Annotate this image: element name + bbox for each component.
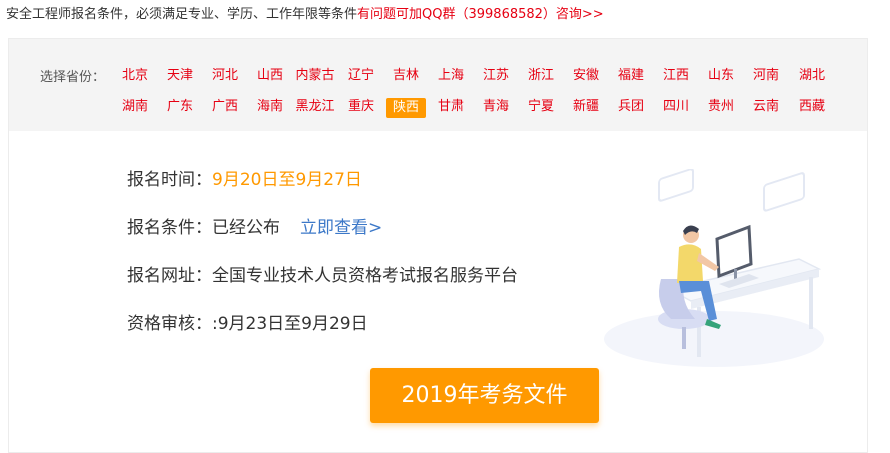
registration-site-value: 全国专业技术人员资格考试报名服务平台 [212,266,518,286]
province-label: 选择省份： [40,70,106,85]
province-row2-14[interactable]: 云南 [746,98,786,118]
registration-condition-value: 已经公布 [212,218,280,238]
qq-group-link[interactable]: 有问题可加QQ群（399868582）咨询>> [357,7,604,22]
registration-time-label: 报名时间： [127,170,212,190]
province-row1-14[interactable]: 河南 [746,67,786,87]
exam-documents-button[interactable]: 2019年考务文件 [370,368,599,423]
province-row1-10[interactable]: 安徽 [566,67,606,87]
registration-site-label: 报名网址： [127,266,212,286]
registration-condition-row: 报名条件：已经公布 立即查看> [127,216,382,240]
registration-time-row: 报名时间：9月20日至9月27日 [127,168,362,192]
province-row2-5[interactable]: 重庆 [341,98,381,118]
province-row1-9[interactable]: 浙江 [521,67,561,87]
exam-info-card: 选择省份： 北京 天津 河北 山西 内蒙古 辽宁 吉林 上海 江苏 浙江 安徽 福建 江西 山东 河南 湖北湖… [8,38,868,453]
province-row2-8[interactable]: 青海 [476,98,516,118]
province-row1-12[interactable]: 江西 [656,67,696,87]
view-now-link[interactable]: 立即查看> [300,218,382,238]
registration-time-value: 9月20日至9月27日 [212,170,362,190]
province-row1-3[interactable]: 山西 [250,67,290,87]
province-row1-11[interactable]: 福建 [611,67,651,87]
province-row2-12[interactable]: 四川 [656,98,696,118]
top-notice: 安全工程师报名条件，必须满足专业、学历、工作年限等条件有问题可加QQ群（3998… [6,4,604,26]
province-row1-2[interactable]: 河北 [205,67,245,87]
qualification-review-row: 资格审核：:9月23日至9月29日 [127,312,368,336]
qualification-review-label: 资格审核： [127,314,212,334]
province-row2-6[interactable]: 陕西 [386,98,426,118]
province-row2-9[interactable]: 宁夏 [521,98,561,118]
province-row2-0[interactable]: 湖南 [115,98,155,118]
province-row2-7[interactable]: 甘肃 [431,98,471,118]
province-row2-11[interactable]: 兵团 [611,98,651,118]
province-row2-1[interactable]: 广东 [160,98,200,118]
qualification-review-value: :9月23日至9月29日 [212,314,368,334]
province-row1-6[interactable]: 吉林 [386,67,426,87]
province-row2-2[interactable]: 广西 [205,98,245,118]
province-row2-13[interactable]: 贵州 [701,98,741,118]
province-row2-10[interactable]: 新疆 [566,98,606,118]
person-at-desk-illustration [604,169,824,367]
province-row2-4[interactable]: 黑龙江 [290,98,340,118]
province-selector: 选择省份： 北京 天津 河北 山西 内蒙古 辽宁 吉林 上海 江苏 浙江 安徽 福建 江西 山东 河南 湖北湖… [9,39,867,131]
province-row2-15[interactable]: 西藏 [792,98,832,118]
registration-condition-label: 报名条件： [127,218,212,238]
province-row1-13[interactable]: 山东 [701,67,741,87]
province-row1-15[interactable]: 湖北 [792,67,832,87]
province-row1-5[interactable]: 辽宁 [341,67,381,87]
notice-text: 安全工程师报名条件，必须满足专业、学历、工作年限等条件 [6,7,358,22]
province-row1-8[interactable]: 江苏 [476,67,516,87]
province-row1-7[interactable]: 上海 [431,67,471,87]
province-row1-0[interactable]: 北京 [115,67,155,87]
province-row1-4[interactable]: 内蒙古 [290,67,340,87]
registration-site-row: 报名网址：全国专业技术人员资格考试报名服务平台 [127,264,518,288]
province-row2-3[interactable]: 海南 [250,98,290,118]
province-row1-1[interactable]: 天津 [160,67,200,87]
